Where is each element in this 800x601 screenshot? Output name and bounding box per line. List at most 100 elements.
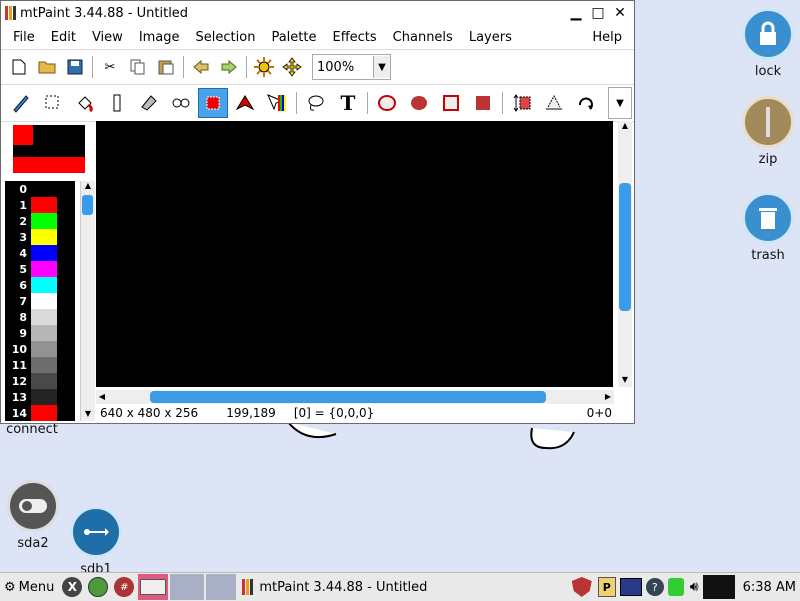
save-icon[interactable] — [61, 53, 89, 81]
rect-filled-icon[interactable] — [468, 88, 498, 118]
copy-icon[interactable] — [124, 53, 152, 81]
toolbar-overflow-button[interactable]: ▼ — [608, 87, 632, 119]
paste-icon[interactable] — [152, 53, 180, 81]
desktop-icon-trash[interactable]: trash — [733, 192, 800, 263]
close-icon[interactable]: ✕ — [612, 5, 628, 21]
palette-entry[interactable]: 9 — [5, 325, 75, 341]
menu-file[interactable]: File — [5, 30, 43, 45]
palette-entry[interactable]: 0 — [5, 181, 75, 197]
menu-image[interactable]: Image — [131, 30, 188, 45]
scroll-up-icon[interactable]: ▲ — [81, 181, 95, 193]
maximize-icon[interactable]: □ — [590, 5, 606, 21]
palette-scroll-thumb[interactable] — [82, 195, 93, 215]
desktop-preview-icon[interactable] — [138, 574, 169, 600]
palette-entry[interactable]: 1 — [5, 197, 75, 213]
help-icon[interactable]: ? — [645, 578, 664, 596]
package-icon[interactable]: P — [597, 577, 616, 597]
eraser-icon[interactable] — [134, 88, 164, 118]
chevron-down-icon[interactable]: ▼ — [373, 56, 390, 78]
menu-view[interactable]: View — [84, 30, 131, 45]
x-launcher-icon[interactable]: X — [62, 577, 83, 597]
settings-launcher-icon[interactable] — [88, 577, 109, 597]
open-folder-icon[interactable] — [33, 53, 61, 81]
fill-bucket-icon[interactable] — [70, 88, 100, 118]
toggle-drive-icon — [7, 480, 59, 532]
menu-palette[interactable]: Palette — [263, 30, 324, 45]
palette-entry[interactable]: 13 — [5, 389, 75, 405]
flip-vertical-icon[interactable] — [507, 88, 537, 118]
palette-entry[interactable]: 14 — [5, 405, 75, 421]
drawing-canvas[interactable] — [96, 121, 613, 387]
polygon-select-icon[interactable] — [230, 88, 260, 118]
palette-list[interactable]: 0 1 2 3 4 5 6 7 8 9 10 11 12 13 14 — [5, 181, 75, 421]
ellipse-filled-icon[interactable] — [404, 88, 434, 118]
menu-effects[interactable]: Effects — [324, 30, 384, 45]
lasso-icon[interactable] — [301, 88, 331, 118]
scroll-left-icon[interactable]: ◀ — [96, 390, 108, 404]
undo-arrow-icon[interactable] — [187, 53, 215, 81]
new-file-icon[interactable] — [5, 53, 33, 81]
palette-entry[interactable]: 11 — [5, 357, 75, 373]
ellipse-outline-icon[interactable] — [372, 88, 402, 118]
menu-layers[interactable]: Layers — [461, 30, 520, 45]
palette-index: 5 — [19, 262, 27, 276]
zoom-combobox[interactable]: 100% ▼ — [312, 54, 391, 80]
palette-entry[interactable]: 6 — [5, 277, 75, 293]
palette-entry[interactable]: 10 — [5, 341, 75, 357]
canvas-vertical-scrollbar[interactable]: ▲ ▼ — [618, 121, 632, 387]
scroll-down-icon[interactable]: ▼ — [81, 409, 95, 421]
palette-entry[interactable]: 5 — [5, 261, 75, 277]
rect-outline-icon[interactable] — [436, 88, 466, 118]
color-swatch-box[interactable] — [13, 125, 85, 173]
rectangle-select-icon[interactable] — [198, 88, 228, 118]
menu-channels[interactable]: Channels — [385, 30, 461, 45]
palette-entry[interactable]: 4 — [5, 245, 75, 261]
menu-selection[interactable]: Selection — [188, 30, 264, 45]
pan-move-icon[interactable] — [278, 53, 306, 81]
workspace-2[interactable] — [170, 574, 205, 600]
rotate-icon[interactable] — [571, 88, 601, 118]
brightness-icon[interactable] — [250, 53, 278, 81]
workspace-3[interactable] — [206, 574, 237, 600]
palette-entry[interactable]: 2 — [5, 213, 75, 229]
storage-icon[interactable] — [667, 578, 684, 596]
cut-icon[interactable]: ✂ — [96, 53, 124, 81]
horizontal-scroll-thumb[interactable] — [150, 391, 546, 403]
desktop-icon-zip[interactable]: zip — [733, 96, 800, 167]
redo-arrow-icon[interactable] — [215, 53, 243, 81]
desktop-icon-lock[interactable]: lock — [733, 8, 800, 79]
menu-help[interactable]: Help — [584, 30, 630, 45]
palette-entry[interactable]: 3 — [5, 229, 75, 245]
network-panel-icon[interactable] — [619, 578, 642, 596]
desktop-icon-sda2[interactable]: sda2 — [0, 480, 68, 551]
vertical-scroll-thumb[interactable] — [619, 183, 631, 311]
title-bar[interactable]: mtPaint 3.44.88 - Untitled ▁ □ ✕ — [1, 1, 634, 25]
menu-edit[interactable]: Edit — [43, 30, 84, 45]
terminal-launcher-icon[interactable]: # — [114, 577, 135, 597]
scroll-right-icon[interactable]: ▶ — [602, 390, 614, 404]
shield-icon[interactable] — [571, 577, 592, 597]
palette-index: 14 — [11, 406, 27, 420]
clone-icon[interactable] — [166, 88, 196, 118]
flip-horizontal-icon[interactable] — [539, 88, 569, 118]
volume-icon[interactable]: 🔊︎ — [690, 579, 699, 595]
clock[interactable]: 6:38 AM — [743, 580, 796, 595]
lasso-select-icon[interactable] — [38, 88, 68, 118]
ruler-line-icon[interactable] — [102, 88, 132, 118]
desktop-icon-label: trash — [751, 248, 785, 263]
pencil-tool-icon[interactable] — [6, 88, 36, 118]
canvas-horizontal-scrollbar[interactable]: ◀ ▶ — [96, 390, 614, 404]
palette-entry[interactable]: 12 — [5, 373, 75, 389]
taskbar-app-mtpaint[interactable]: mtPaint 3.44.88 - Untitled — [242, 579, 427, 595]
menu-button[interactable]: ⚙ Menu — [4, 580, 54, 595]
palette-entry[interactable]: 7 — [5, 293, 75, 309]
scroll-down-icon[interactable]: ▼ — [618, 375, 632, 387]
minimize-icon[interactable]: ▁ — [568, 5, 584, 21]
text-tool-icon[interactable]: T — [333, 88, 363, 118]
desktop-icon-sdb1[interactable]: sdb1 — [61, 506, 131, 577]
scroll-up-icon[interactable]: ▲ — [618, 121, 632, 133]
menu-bar: File Edit View Image Selection Palette E… — [1, 25, 634, 50]
palette-scrollbar[interactable]: ▲ ▼ — [80, 181, 95, 421]
palette-entry[interactable]: 8 — [5, 309, 75, 325]
color-picker-icon[interactable] — [262, 88, 292, 118]
